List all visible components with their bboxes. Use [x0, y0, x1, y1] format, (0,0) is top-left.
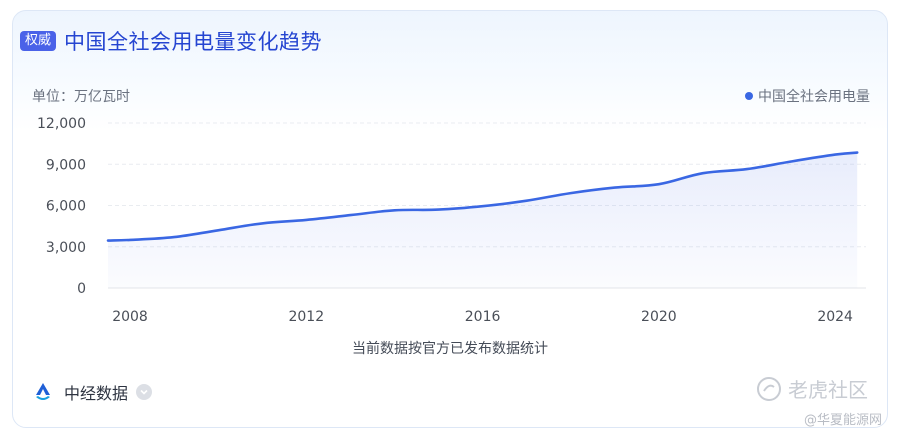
data-point[interactable] [785, 156, 797, 168]
watermark-primary-text: 老虎社区 [788, 378, 868, 402]
data-point[interactable] [344, 209, 356, 221]
data-point[interactable] [829, 149, 841, 161]
data-point[interactable] [477, 200, 489, 212]
data-point[interactable] [565, 187, 577, 199]
data-point[interactable] [212, 224, 224, 236]
brand-name: 中经数据 [64, 384, 129, 403]
x-tick-label: 2024 [817, 309, 853, 325]
data-point[interactable] [851, 147, 863, 159]
data-point[interactable] [609, 182, 621, 194]
data-point[interactable] [124, 234, 136, 246]
data-point[interactable] [168, 231, 180, 243]
data-point[interactable] [102, 235, 114, 247]
data-point[interactable] [300, 214, 312, 226]
tiger-logo-icon [757, 376, 781, 401]
x-tick-label: 2016 [465, 309, 501, 325]
y-tick-label: 0 [77, 281, 86, 297]
x-tick-label: 2012 [288, 309, 324, 325]
data-point[interactable] [433, 204, 445, 216]
data-point[interactable] [653, 178, 665, 190]
data-point[interactable] [697, 167, 709, 179]
footnote: 当前数据按官方已发布数据统计 [352, 341, 548, 357]
y-tick-label: 9,000 [46, 157, 86, 173]
brand-logo-icon [36, 383, 50, 400]
data-point[interactable] [521, 195, 533, 207]
data-point[interactable] [256, 217, 268, 229]
data-point[interactable] [741, 163, 753, 175]
watermark-secondary: @华夏能源网 [803, 413, 882, 428]
y-tick-label: 6,000 [46, 199, 86, 215]
y-tick-label: 3,000 [46, 240, 86, 256]
chevron-down-icon[interactable] [136, 384, 153, 400]
brand[interactable]: 中经数据 [32, 380, 153, 404]
watermark-primary: 老虎社区 [756, 374, 868, 403]
x-tick-label: 2008 [112, 309, 148, 325]
data-point[interactable] [389, 204, 401, 216]
x-tick-label: 2020 [641, 309, 677, 325]
y-tick-label: 12,000 [37, 116, 86, 132]
